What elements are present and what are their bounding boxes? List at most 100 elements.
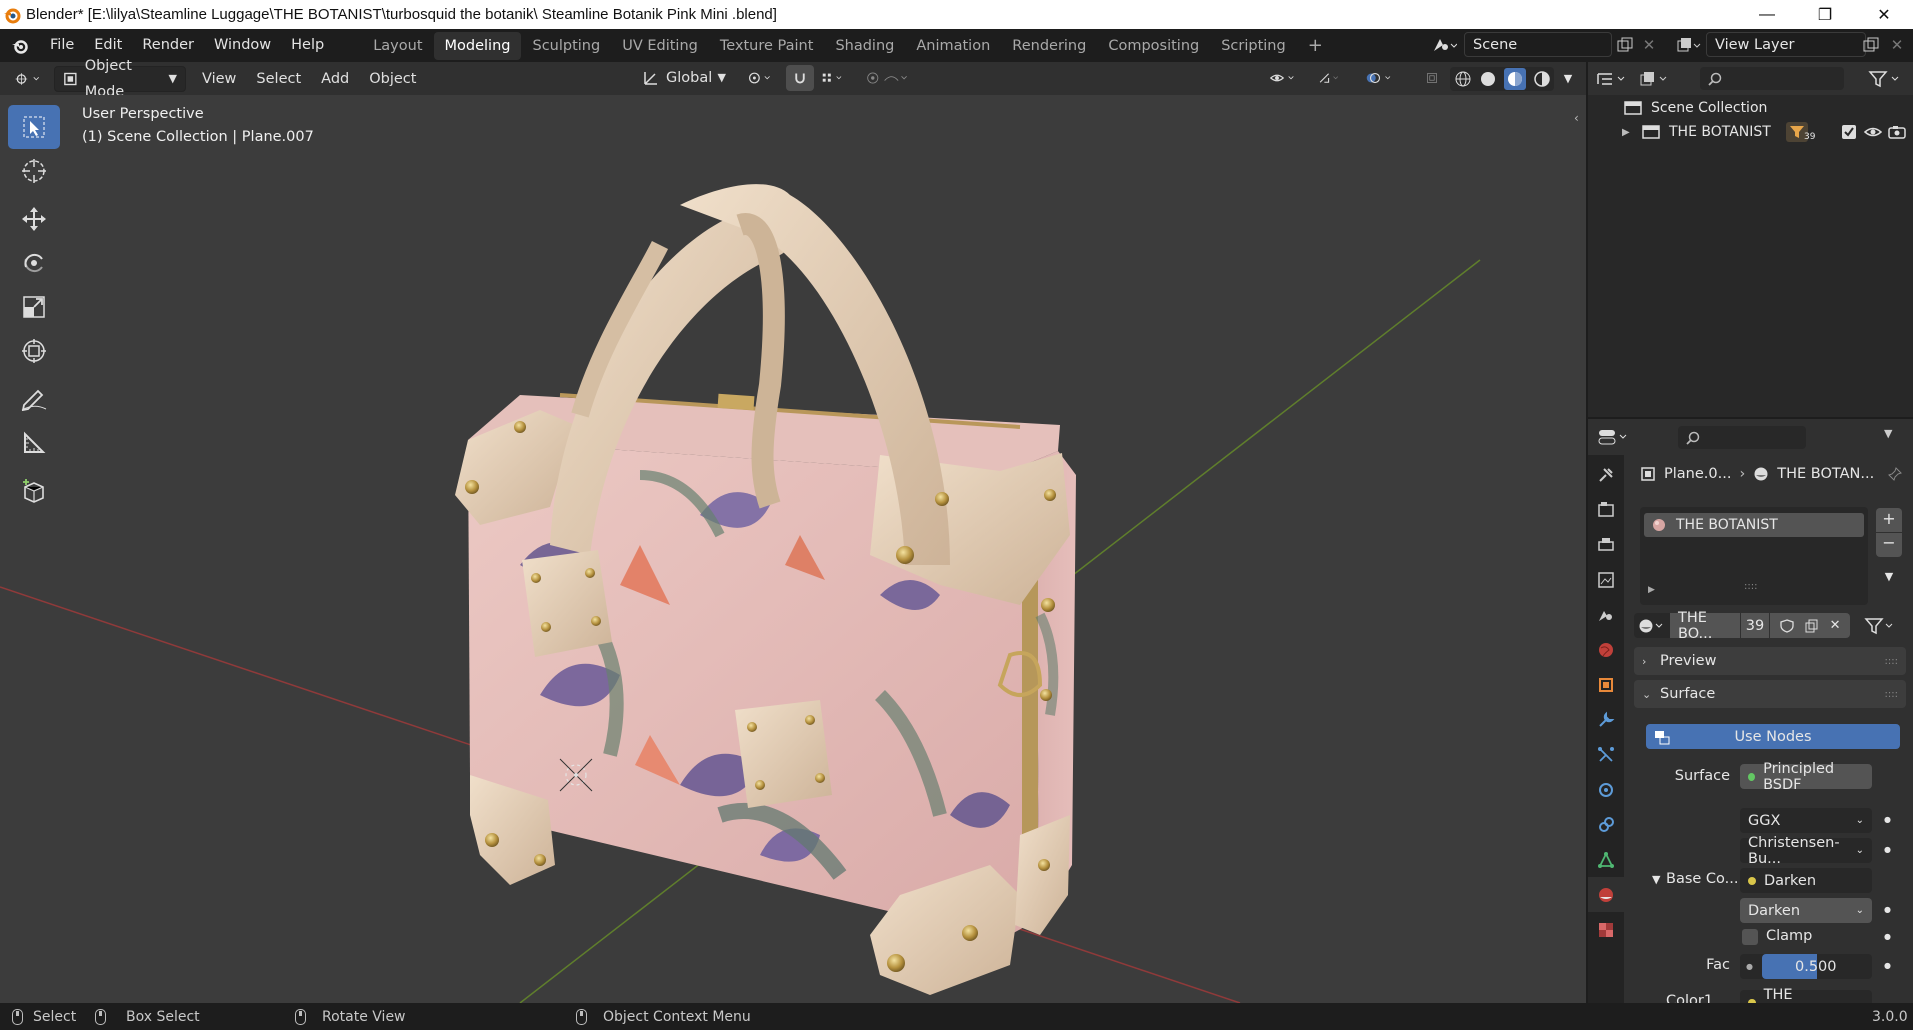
- color1-input-field[interactable]: THE BOTANIST: [1740, 987, 1872, 1003]
- filter-dropdown[interactable]: [1868, 66, 1908, 92]
- use-nodes-button[interactable]: Use Nodes: [1646, 724, 1900, 749]
- subsurface-method-dropdown[interactable]: Christensen-Bu... ⌄: [1740, 835, 1872, 867]
- tab-sculpting[interactable]: Sculpting: [521, 32, 611, 60]
- tab-modifiers[interactable]: [1588, 702, 1624, 737]
- tab-physics[interactable]: [1588, 772, 1624, 807]
- drag-handle-icon[interactable]: ::::: [1885, 656, 1898, 667]
- annotate-tool[interactable]: [8, 377, 60, 421]
- chevron-down-icon[interactable]: ▼: [1884, 427, 1892, 440]
- new-scene-button[interactable]: [1614, 34, 1636, 56]
- cursor-tool[interactable]: [8, 149, 60, 193]
- outliner-row-scene-collection[interactable]: Scene Collection: [1588, 96, 1913, 120]
- scene-name-field[interactable]: Scene: [1464, 32, 1612, 57]
- play-arrow-icon[interactable]: ▶: [1648, 585, 1655, 595]
- snap-toggle[interactable]: [786, 65, 814, 91]
- measure-tool[interactable]: [8, 421, 60, 465]
- tab-output[interactable]: [1588, 527, 1624, 562]
- tab-material[interactable]: [1588, 877, 1624, 912]
- material-users-count[interactable]: 39: [1741, 613, 1769, 638]
- close-button[interactable]: ✕: [1855, 0, 1913, 29]
- solid-shading-icon[interactable]: [1479, 70, 1497, 88]
- resize-grip-icon[interactable]: ::::: [1744, 581, 1757, 592]
- tab-compositing[interactable]: Compositing: [1097, 32, 1210, 60]
- material-name-field[interactable]: THE BO...: [1670, 610, 1740, 642]
- tab-particles[interactable]: [1588, 737, 1624, 772]
- minimize-button[interactable]: —: [1738, 0, 1796, 29]
- animate-dot-icon[interactable]: ●: [1884, 961, 1891, 970]
- tab-texture-paint[interactable]: Texture Paint: [709, 32, 825, 60]
- menu-window[interactable]: Window: [204, 29, 281, 62]
- animate-dot-icon[interactable]: ●: [1884, 932, 1891, 941]
- checkbox-icon[interactable]: [1842, 125, 1856, 139]
- transform-tool[interactable]: [8, 329, 60, 373]
- pivot-point-dropdown[interactable]: [740, 65, 780, 91]
- view-menu[interactable]: View: [194, 66, 244, 92]
- expand-arrow-icon[interactable]: ▶: [1622, 127, 1634, 138]
- overlays-dropdown[interactable]: [1358, 65, 1404, 91]
- base-color-input-field[interactable]: Darken: [1740, 868, 1872, 893]
- select-box-tool[interactable]: [8, 105, 60, 149]
- distribution-dropdown[interactable]: GGX ⌄: [1740, 808, 1872, 833]
- delete-scene-button[interactable]: ✕: [1638, 34, 1660, 56]
- add-workspace-button[interactable]: +: [1297, 32, 1334, 60]
- properties-search-input[interactable]: [1678, 426, 1806, 449]
- editor-type-button[interactable]: [6, 66, 50, 92]
- move-tool[interactable]: [8, 197, 60, 241]
- tab-constraints[interactable]: [1588, 807, 1624, 842]
- tab-animation[interactable]: Animation: [905, 32, 1001, 60]
- transform-orientation-dropdown[interactable]: Global ▼: [634, 65, 734, 91]
- scale-tool[interactable]: [8, 285, 60, 329]
- tab-modeling[interactable]: Modeling: [433, 31, 522, 60]
- outliner-search-input[interactable]: [1700, 67, 1844, 90]
- shading-options-dropdown[interactable]: ▼: [1556, 65, 1580, 91]
- tab-scene[interactable]: [1588, 597, 1624, 632]
- view-layer-name-field[interactable]: View Layer: [1706, 32, 1866, 57]
- menu-help[interactable]: Help: [281, 29, 334, 62]
- fac-slider[interactable]: ● 0.500: [1740, 954, 1872, 979]
- surface-panel-header[interactable]: ⌄ Surface ::::: [1634, 680, 1906, 708]
- eye-icon[interactable]: [1864, 125, 1882, 139]
- preview-panel-header[interactable]: › Preview ::::: [1634, 647, 1906, 675]
- tab-uv-editing[interactable]: UV Editing: [611, 32, 709, 60]
- animate-dot-icon[interactable]: ●: [1884, 845, 1891, 854]
- rendered-shading-icon[interactable]: [1533, 70, 1551, 88]
- menu-file[interactable]: File: [40, 29, 84, 62]
- animate-dot-icon[interactable]: ●: [1884, 815, 1891, 824]
- clamp-checkbox[interactable]: [1742, 929, 1758, 945]
- add-cube-tool[interactable]: [8, 469, 60, 513]
- outliner-editor-type-button[interactable]: [1596, 66, 1636, 92]
- tab-data[interactable]: [1588, 842, 1624, 877]
- tab-rendering[interactable]: Rendering: [1001, 32, 1097, 60]
- snap-target-dropdown[interactable]: [814, 65, 852, 91]
- remove-material-slot-button[interactable]: −: [1876, 533, 1902, 557]
- tab-view-layer[interactable]: [1588, 562, 1624, 597]
- display-mode-dropdown[interactable]: [1640, 66, 1680, 92]
- browse-material-button[interactable]: [1634, 613, 1670, 638]
- tab-shading[interactable]: Shading: [824, 32, 905, 60]
- add-material-slot-button[interactable]: +: [1876, 508, 1902, 532]
- material-slot-row[interactable]: THE BOTANIST: [1644, 513, 1864, 537]
- animate-dot-icon[interactable]: ●: [1884, 905, 1891, 914]
- tab-world[interactable]: [1588, 632, 1624, 667]
- outliner-row-the-botanist[interactable]: ▶ THE BOTANIST 39: [1588, 120, 1913, 144]
- surface-shader-field[interactable]: Principled BSDF: [1740, 761, 1872, 793]
- link-dropdown[interactable]: [1864, 613, 1904, 638]
- view-layer-selector-button[interactable]: [1672, 32, 1706, 58]
- tab-render[interactable]: [1588, 492, 1624, 527]
- pin-icon[interactable]: [1888, 467, 1902, 481]
- slot-specials-button[interactable]: ▼: [1876, 565, 1902, 589]
- tab-tool[interactable]: [1588, 457, 1624, 492]
- fake-user-shield-icon[interactable]: [1779, 618, 1794, 633]
- camera-icon[interactable]: [1888, 125, 1906, 139]
- scene-selector-button[interactable]: [1424, 32, 1464, 58]
- delete-view-layer-button[interactable]: ✕: [1886, 34, 1908, 56]
- maximize-button[interactable]: ❐: [1796, 0, 1854, 29]
- tab-scripting[interactable]: Scripting: [1210, 32, 1296, 60]
- object-menu[interactable]: Object: [361, 66, 424, 92]
- xray-toggle[interactable]: [1418, 65, 1446, 91]
- rotate-tool[interactable]: [8, 241, 60, 285]
- unlink-material-icon[interactable]: ✕: [1830, 618, 1841, 633]
- duplicate-icon[interactable]: [1805, 619, 1819, 633]
- object-mode-dropdown[interactable]: Object Mode ▼: [54, 58, 186, 100]
- selectability-visibility-dropdown[interactable]: [1262, 65, 1306, 91]
